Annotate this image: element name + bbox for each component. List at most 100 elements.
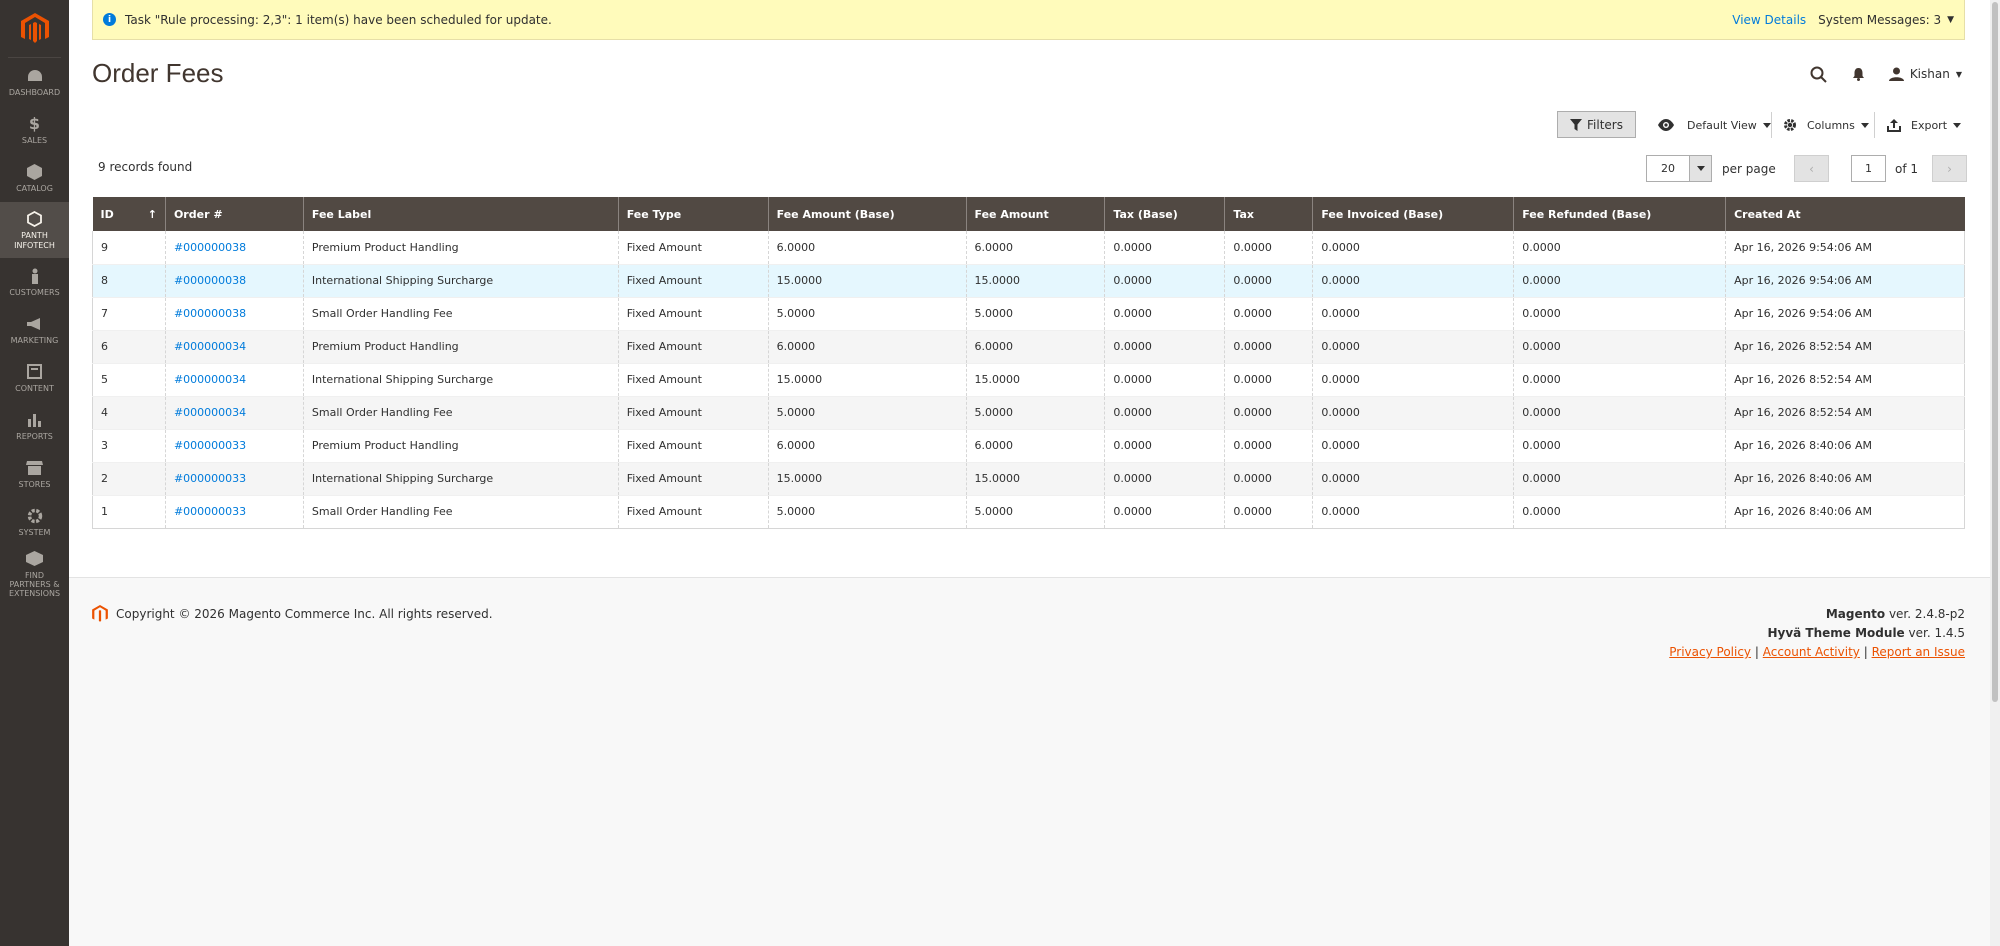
sidebar-item-system[interactable]: SYSTEM	[0, 498, 69, 546]
table-cell: 5.0000	[767, 297, 966, 331]
gear-icon	[26, 507, 44, 525]
table-cell: Premium Product Handling	[302, 429, 619, 463]
column-header[interactable]: Order #	[164, 197, 304, 231]
table-row[interactable]: 9 #000000038 Premium Product Handling Fixed…	[92, 231, 1965, 265]
scrollbar-thumb[interactable]	[1992, 2, 1998, 702]
cell-value: 1	[101, 505, 108, 518]
cell-value: 0.0000	[1113, 439, 1152, 452]
column-header[interactable]: Fee Label	[302, 197, 619, 231]
order-link[interactable]: #000000033	[174, 439, 246, 452]
column-header[interactable]: Tax	[1224, 197, 1313, 231]
table-cell: 0.0000	[1104, 396, 1225, 430]
order-link[interactable]: #000000034	[174, 406, 246, 419]
view-details-link[interactable]: View Details	[1732, 13, 1806, 27]
table-cell: 15.0000	[767, 363, 966, 397]
sidebar-item-marketing[interactable]: MARKETING	[0, 306, 69, 354]
order-link[interactable]: #000000038	[174, 241, 246, 254]
table-row[interactable]: 7 #000000038 Small Order Handling Fee Fixed…	[92, 297, 1965, 331]
sidebar-item-catalog[interactable]: CATALOG	[0, 154, 69, 202]
table-cell: 1	[92, 495, 166, 529]
sidebar-item-dashboard[interactable]: DASHBOARD	[0, 58, 69, 106]
admin-sidebar: DASHBOARD $ SALES CATALOG PANTH INFOTECH CUST…	[0, 0, 69, 946]
table-row[interactable]: 5 #000000034 International Shipping Surcha…	[92, 363, 1965, 397]
sidebar-item-panth[interactable]: PANTH INFOTECH	[0, 202, 69, 258]
cell-value: 0.0000	[1321, 373, 1360, 386]
filters-button[interactable]: Filters	[1557, 111, 1636, 138]
toolbar-divider	[1771, 112, 1772, 138]
per-page-input[interactable]: 20	[1646, 155, 1690, 182]
sidebar-item-stores[interactable]: STORES	[0, 450, 69, 498]
table-cell: 0.0000	[1312, 330, 1514, 364]
view-dropdown[interactable]: Default View	[1657, 113, 1771, 137]
privacy-policy-link[interactable]: Privacy Policy	[1669, 645, 1751, 659]
order-link[interactable]: #000000038	[174, 274, 246, 287]
table-cell: Fixed Amount	[617, 363, 769, 397]
cell-value: 0.0000	[1522, 505, 1561, 518]
user-icon	[1888, 67, 1904, 81]
table-cell: #000000034	[164, 396, 304, 430]
table-cell: 0.0000	[1224, 264, 1313, 298]
link-separator: |	[1863, 645, 1868, 659]
table-cell: Fixed Amount	[617, 495, 769, 529]
cell-value: 0.0000	[1321, 240, 1360, 254]
order-link[interactable]: #000000033	[174, 505, 246, 518]
cell-value: 0.0000	[1233, 340, 1272, 353]
sidebar-item-reports[interactable]: REPORTS	[0, 402, 69, 450]
column-header[interactable]: Fee Refunded (Base)	[1513, 197, 1726, 231]
cell-value: Fixed Amount	[626, 406, 702, 419]
column-header[interactable]: Fee Amount	[965, 197, 1105, 231]
next-page-button[interactable]: ›	[1932, 155, 1968, 182]
column-header[interactable]: Fee Type	[617, 197, 769, 231]
cell-value: Fixed Amount	[626, 505, 702, 518]
table-cell: 0.0000	[1312, 495, 1514, 529]
cell-value: Apr 16, 2026 9:54:06 AM	[1734, 307, 1873, 320]
partners-icon	[26, 550, 44, 568]
table-row[interactable]: 2 #000000033 International Shipping Surcha…	[92, 462, 1965, 496]
previous-page-button[interactable]: ‹	[1794, 155, 1829, 182]
chevron-down-icon[interactable]: ▼	[1947, 15, 1954, 25]
table-cell: 0.0000	[1104, 495, 1225, 529]
system-messages-dropdown[interactable]: System Messages: 3	[1818, 13, 1941, 27]
sidebar-item-customers[interactable]: CUSTOMERS	[0, 258, 69, 306]
cell-value: 4	[101, 406, 108, 419]
notifications-bell-icon[interactable]	[1839, 62, 1879, 86]
page-number-input[interactable]: 1	[1851, 155, 1886, 182]
column-header[interactable]: Fee Invoiced (Base)	[1312, 197, 1514, 231]
order-link[interactable]: #000000033	[174, 472, 246, 485]
report-issue-link[interactable]: Report an Issue	[1872, 645, 1965, 659]
table-row[interactable]: 3 #000000033 Premium Product Handling Fixed…	[92, 429, 1965, 463]
column-header[interactable]: Created At	[1725, 197, 1965, 231]
export-dropdown[interactable]: Export	[1887, 113, 1962, 137]
column-header[interactable]: Tax (Base)	[1104, 197, 1225, 231]
cell-value: 0.0000	[1113, 505, 1152, 518]
version-info: Magento ver. 2.4.8-p2 Hyvä Theme Module …	[1669, 605, 1965, 662]
column-header[interactable]: ID ↑	[92, 197, 166, 231]
sidebar-item-find[interactable]: FIND PARTNERS & EXTENSIONS	[0, 546, 69, 602]
cell-value: 0.0000	[1321, 505, 1360, 518]
table-cell: #000000038	[164, 297, 304, 331]
per-page-toggle[interactable]	[1690, 155, 1712, 182]
user-menu[interactable]: Kishan ▼	[1888, 67, 1962, 81]
column-header[interactable]: Fee Amount (Base)	[767, 197, 966, 231]
magento-logo-icon[interactable]	[8, 0, 61, 58]
account-activity-link[interactable]: Account Activity	[1763, 645, 1860, 659]
columns-dropdown[interactable]: Columns	[1783, 113, 1869, 137]
cell-value: 0.0000	[1522, 406, 1561, 419]
sidebar-item-label: MARKETING	[10, 335, 59, 345]
table-row[interactable]: 4 #000000034 Small Order Handling Fee Fixed…	[92, 396, 1965, 430]
table-row[interactable]: 1 #000000033 Small Order Handling Fee Fixed…	[92, 495, 1965, 529]
page-scrollbar[interactable]	[1990, 0, 2000, 946]
order-link[interactable]: #000000034	[174, 373, 246, 386]
table-cell: Fixed Amount	[617, 330, 769, 364]
search-icon[interactable]	[1799, 62, 1839, 86]
sidebar-item-label: CATALOG	[16, 183, 53, 193]
order-link[interactable]: #000000034	[174, 340, 246, 353]
sidebar-item-content[interactable]: CONTENT	[0, 354, 69, 402]
table-cell: 0.0000	[1513, 264, 1726, 298]
table-cell: Small Order Handling Fee	[302, 495, 619, 529]
sidebar-item-sales[interactable]: $ SALES	[0, 106, 69, 154]
table-cell: #000000034	[164, 330, 304, 364]
table-row[interactable]: 6 #000000034 Premium Product Handling Fixed…	[92, 330, 1965, 364]
table-row[interactable]: 8 #000000038 International Shipping Surcha…	[92, 264, 1965, 298]
order-link[interactable]: #000000038	[174, 307, 246, 320]
